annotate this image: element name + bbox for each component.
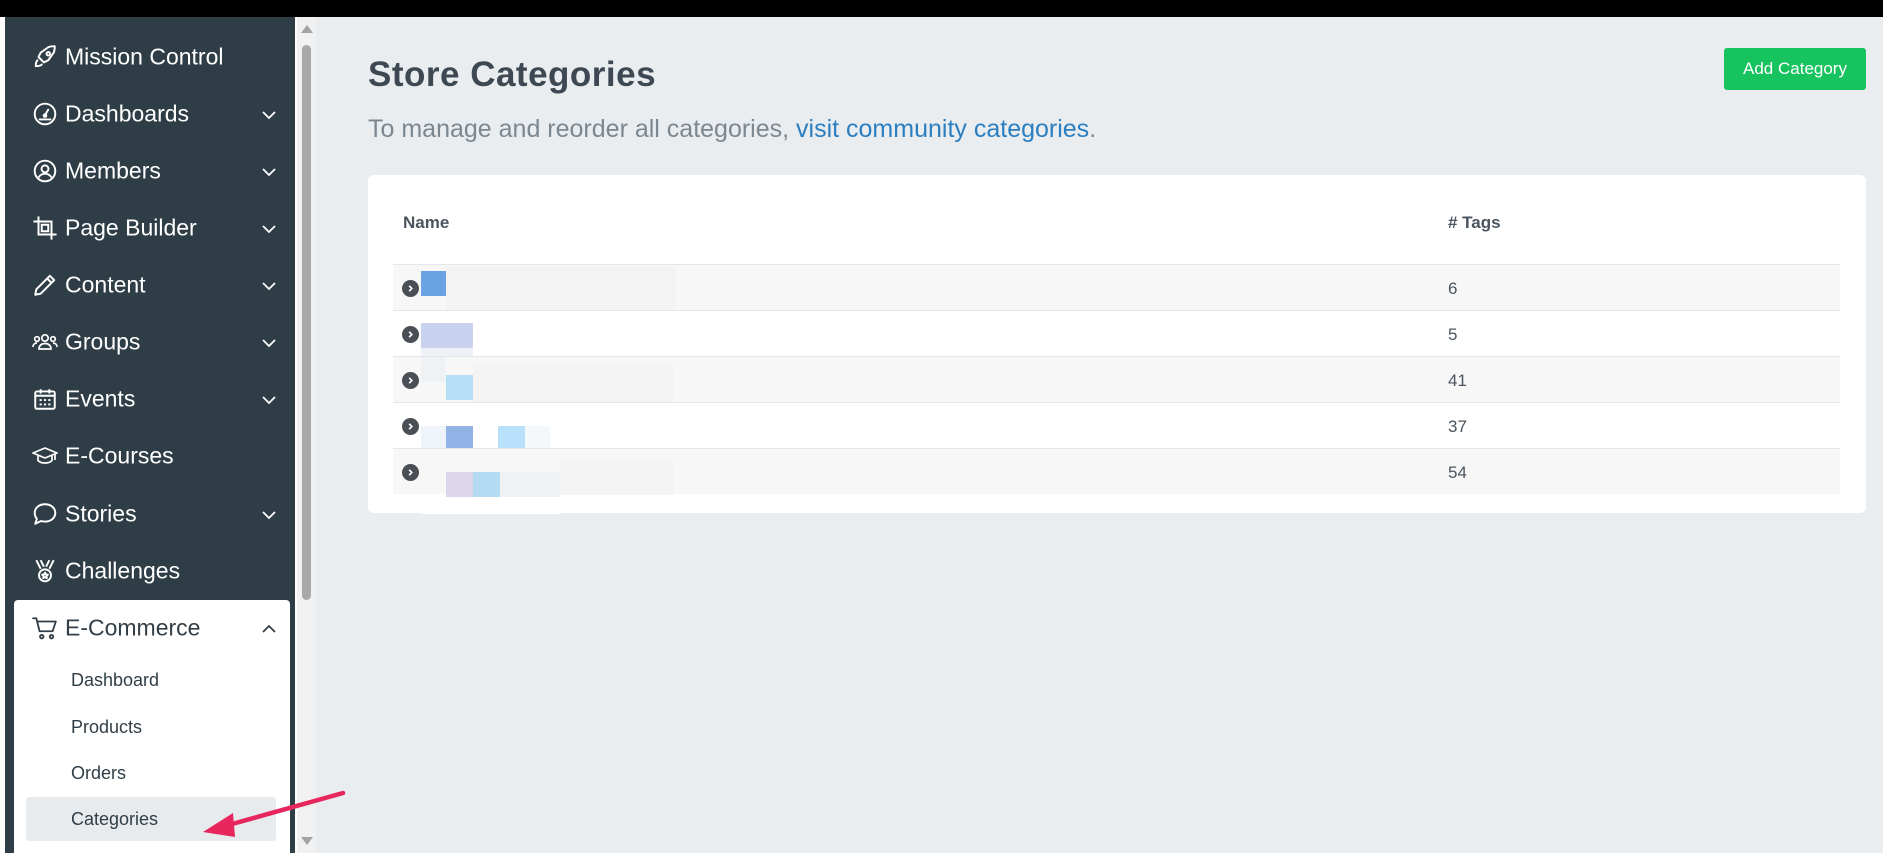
- table-row[interactable]: 37: [393, 402, 1840, 449]
- sidebar-item-events[interactable]: Events: [5, 371, 295, 427]
- expand-arrow-icon[interactable]: [402, 464, 419, 481]
- redacted-name: [560, 459, 673, 495]
- table-row[interactable]: 54: [393, 448, 1840, 514]
- sidebar-item-label: Dashboards: [65, 100, 190, 127]
- chevron-down-icon[interactable]: [259, 332, 279, 352]
- table-row[interactable]: 6: [393, 264, 1840, 311]
- sidebar-item-page-builder[interactable]: Page Builder: [5, 200, 295, 256]
- redacted-name: [446, 267, 676, 311]
- expand-arrow-icon[interactable]: [402, 280, 419, 297]
- page-subtitle: To manage and reorder all categories, vi…: [368, 115, 1096, 144]
- chevron-down-icon[interactable]: [259, 218, 279, 238]
- medal-icon: [31, 557, 59, 585]
- sidebar-item-label: E-Courses: [65, 442, 174, 469]
- sidebar-item-label: Members: [65, 157, 161, 184]
- chevron-down-icon[interactable]: [259, 504, 279, 524]
- column-header-name[interactable]: Name: [403, 213, 449, 233]
- categories-table: Name # Tags 6 5 41 37 54: [368, 175, 1866, 514]
- page-title: Store Categories: [368, 55, 657, 94]
- sidebar-scrollbar[interactable]: [297, 17, 316, 853]
- expand-arrow-icon[interactable]: [402, 372, 419, 389]
- redacted-name: [421, 357, 446, 382]
- sidebar-item-mission-control[interactable]: Mission Control: [5, 29, 295, 85]
- subtitle-text: To manage and reorder all categories,: [368, 115, 797, 143]
- tags-count: 5: [1448, 325, 1458, 344]
- redacted-name: [500, 472, 560, 497]
- main-content: Store Categories Add Category To manage …: [316, 17, 1883, 853]
- sidebar-item-label: Events: [65, 385, 136, 412]
- sidebar-item-e-commerce[interactable]: E-Commerce: [14, 600, 290, 656]
- redacted-name: [473, 472, 500, 497]
- sidebar: Mission Control Dashboards Members Page …: [5, 17, 295, 853]
- expand-arrow-icon[interactable]: [402, 418, 419, 435]
- sidebar-subitem-orders[interactable]: Orders: [26, 751, 276, 795]
- chevron-down-icon[interactable]: [259, 389, 279, 409]
- redacted-name: [421, 497, 561, 514]
- chat-bubble-icon: [31, 500, 59, 528]
- chevron-down-icon[interactable]: [259, 161, 279, 181]
- tags-count: 37: [1448, 417, 1467, 436]
- redacted-name: [498, 426, 525, 449]
- subtitle-end: .: [1089, 115, 1097, 143]
- sidebar-subitem-dashboard[interactable]: Dashboard: [26, 658, 276, 702]
- redacted-name: [473, 365, 673, 403]
- users-icon: [31, 328, 59, 356]
- scroll-down-arrow-icon[interactable]: [301, 837, 313, 845]
- sidebar-subitem-categories[interactable]: Categories: [26, 797, 276, 841]
- tags-count: 6: [1448, 279, 1458, 298]
- sidebar-section-e-commerce: E-Commerce Dashboard Products Orders Cat…: [14, 600, 290, 853]
- sidebar-item-label: Groups: [65, 328, 141, 355]
- sidebar-item-content[interactable]: Content: [5, 257, 295, 313]
- redacted-name: [446, 426, 473, 449]
- expand-arrow-icon[interactable]: [402, 326, 419, 343]
- redacted-name: [525, 426, 550, 449]
- scroll-up-arrow-icon[interactable]: [301, 25, 313, 33]
- scrollbar-thumb[interactable]: [302, 45, 311, 600]
- redacted-name: [421, 323, 473, 348]
- add-category-button[interactable]: Add Category: [1724, 48, 1866, 90]
- sidebar-item-label: Page Builder: [65, 214, 197, 241]
- table-row[interactable]: 41: [393, 356, 1840, 403]
- calendar-icon: [31, 385, 59, 413]
- tags-count: 41: [1448, 371, 1467, 390]
- sidebar-item-label: Stories: [65, 500, 137, 527]
- sidebar-item-e-courses[interactable]: E-Courses: [5, 428, 295, 484]
- sidebar-item-members[interactable]: Members: [5, 143, 295, 199]
- column-header-tags[interactable]: # Tags: [1448, 213, 1501, 233]
- chevron-down-icon[interactable]: [259, 275, 279, 295]
- sidebar-item-label: Mission Control: [65, 43, 224, 70]
- redacted-name: [421, 426, 446, 449]
- crop-icon: [31, 214, 59, 242]
- speedometer-icon: [31, 100, 59, 128]
- sidebar-item-challenges[interactable]: Challenges: [5, 543, 295, 599]
- cart-icon: [31, 614, 59, 642]
- sidebar-item-label: E-Commerce: [65, 614, 201, 641]
- sidebar-item-dashboards[interactable]: Dashboards: [5, 86, 295, 142]
- community-categories-link[interactable]: visit community categories: [796, 115, 1089, 143]
- sidebar-item-groups[interactable]: Groups: [5, 314, 295, 370]
- redacted-name: [446, 375, 473, 400]
- graduation-cap-icon: [31, 442, 59, 470]
- rocket-icon: [31, 43, 59, 71]
- sidebar-item-stories[interactable]: Stories: [5, 486, 295, 542]
- sidebar-item-label: Challenges: [65, 557, 181, 584]
- sidebar-subitem-products[interactable]: Products: [26, 705, 276, 749]
- table-row[interactable]: 5: [393, 310, 1840, 357]
- chevron-up-icon[interactable]: [259, 618, 279, 638]
- tags-count: 54: [1448, 463, 1467, 482]
- user-circle-icon: [31, 157, 59, 185]
- pencil-icon: [31, 271, 59, 299]
- redacted-name: [446, 472, 473, 497]
- redacted-name: [421, 271, 446, 296]
- top-bar: [0, 0, 1883, 17]
- sidebar-item-label: Content: [65, 271, 146, 298]
- chevron-down-icon[interactable]: [259, 104, 279, 124]
